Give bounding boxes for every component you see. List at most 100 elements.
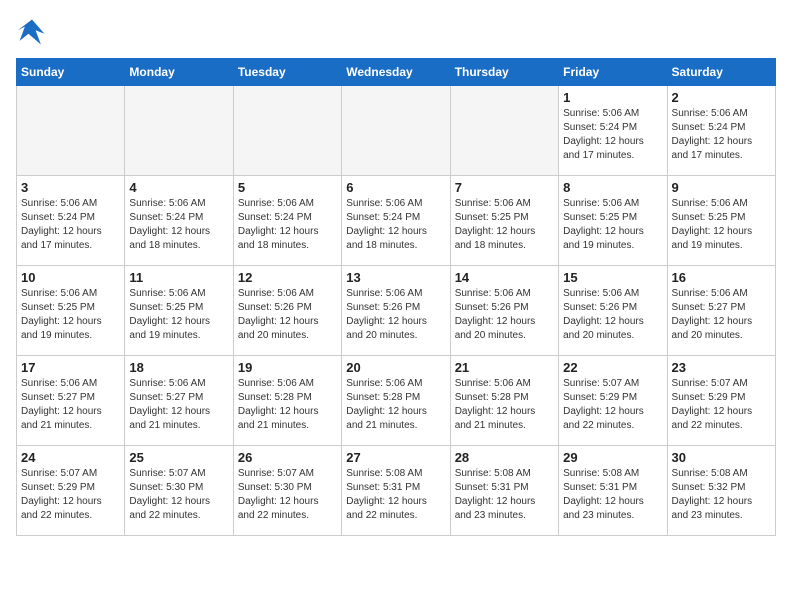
day-number: 28 xyxy=(455,450,554,465)
day-info: Sunrise: 5:06 AMSunset: 5:26 PMDaylight:… xyxy=(563,287,662,343)
calendar-day-cell: 16 Sunrise: 5:06 AMSunset: 5:27 PMDayligh… xyxy=(667,266,775,356)
day-info: Sunrise: 5:06 AMSunset: 5:27 PMDaylight:… xyxy=(672,287,771,343)
calendar-day-cell: 23 Sunrise: 5:07 AMSunset: 5:29 PMDayligh… xyxy=(667,356,775,446)
day-info: Sunrise: 5:06 AMSunset: 5:27 PMDaylight:… xyxy=(129,377,228,433)
day-number: 24 xyxy=(21,450,120,465)
day-number: 25 xyxy=(129,450,228,465)
day-number: 22 xyxy=(563,360,662,375)
calendar-day-cell: 7 Sunrise: 5:06 AMSunset: 5:25 PMDaylight… xyxy=(450,176,558,266)
day-number: 19 xyxy=(238,360,337,375)
day-number: 3 xyxy=(21,180,120,195)
calendar-day-cell: 2 Sunrise: 5:06 AMSunset: 5:24 PMDaylight… xyxy=(667,86,775,176)
calendar-day-cell xyxy=(342,86,450,176)
calendar-day-cell: 13 Sunrise: 5:06 AMSunset: 5:26 PMDayligh… xyxy=(342,266,450,356)
day-number: 6 xyxy=(346,180,445,195)
weekday-header-row: SundayMondayTuesdayWednesdayThursdayFrid… xyxy=(17,59,776,86)
day-number: 11 xyxy=(129,270,228,285)
day-info: Sunrise: 5:08 AMSunset: 5:31 PMDaylight:… xyxy=(563,467,662,523)
calendar-day-cell: 6 Sunrise: 5:06 AMSunset: 5:24 PMDaylight… xyxy=(342,176,450,266)
day-info: Sunrise: 5:08 AMSunset: 5:31 PMDaylight:… xyxy=(346,467,445,523)
day-info: Sunrise: 5:06 AMSunset: 5:24 PMDaylight:… xyxy=(346,197,445,253)
day-info: Sunrise: 5:06 AMSunset: 5:24 PMDaylight:… xyxy=(672,107,771,163)
day-info: Sunrise: 5:06 AMSunset: 5:28 PMDaylight:… xyxy=(346,377,445,433)
calendar-day-cell: 28 Sunrise: 5:08 AMSunset: 5:31 PMDayligh… xyxy=(450,446,558,536)
calendar-day-cell: 26 Sunrise: 5:07 AMSunset: 5:30 PMDayligh… xyxy=(233,446,341,536)
weekday-cell: Thursday xyxy=(450,59,558,86)
day-info: Sunrise: 5:06 AMSunset: 5:28 PMDaylight:… xyxy=(455,377,554,433)
day-info: Sunrise: 5:06 AMSunset: 5:28 PMDaylight:… xyxy=(238,377,337,433)
calendar-day-cell: 4 Sunrise: 5:06 AMSunset: 5:24 PMDaylight… xyxy=(125,176,233,266)
calendar-day-cell: 1Sunrise: 5:06 AMSunset: 5:24 PMDaylight… xyxy=(559,86,667,176)
day-number: 14 xyxy=(455,270,554,285)
calendar-day-cell: 11Sunrise: 5:06 AMSunset: 5:25 PMDayligh… xyxy=(125,266,233,356)
day-info: Sunrise: 5:06 AMSunset: 5:25 PMDaylight:… xyxy=(21,287,120,343)
day-number: 8 xyxy=(563,180,662,195)
day-info: Sunrise: 5:06 AMSunset: 5:25 PMDaylight:… xyxy=(672,197,771,253)
calendar-day-cell: 8 Sunrise: 5:06 AMSunset: 5:25 PMDaylight… xyxy=(559,176,667,266)
calendar-day-cell: 21 Sunrise: 5:06 AMSunset: 5:28 PMDayligh… xyxy=(450,356,558,446)
day-info: Sunrise: 5:06 AMSunset: 5:24 PMDaylight:… xyxy=(21,197,120,253)
day-info: Sunrise: 5:06 AMSunset: 5:26 PMDaylight:… xyxy=(238,287,337,343)
calendar-day-cell: 12 Sunrise: 5:06 AMSunset: 5:26 PMDayligh… xyxy=(233,266,341,356)
day-number: 21 xyxy=(455,360,554,375)
calendar-day-cell: 22 Sunrise: 5:07 AMSunset: 5:29 PMDayligh… xyxy=(559,356,667,446)
weekday-cell: Monday xyxy=(125,59,233,86)
day-number: 27 xyxy=(346,450,445,465)
calendar-day-cell xyxy=(450,86,558,176)
weekday-cell: Sunday xyxy=(17,59,125,86)
day-number: 16 xyxy=(672,270,771,285)
day-info: Sunrise: 5:06 AMSunset: 5:24 PMDaylight:… xyxy=(129,197,228,253)
day-number: 23 xyxy=(672,360,771,375)
day-info: Sunrise: 5:06 AMSunset: 5:26 PMDaylight:… xyxy=(455,287,554,343)
day-number: 10 xyxy=(21,270,120,285)
day-number: 18 xyxy=(129,360,228,375)
calendar-day-cell: 17Sunrise: 5:06 AMSunset: 5:27 PMDayligh… xyxy=(17,356,125,446)
calendar-day-cell xyxy=(17,86,125,176)
day-info: Sunrise: 5:06 AMSunset: 5:27 PMDaylight:… xyxy=(21,377,120,433)
calendar-day-cell: 5 Sunrise: 5:06 AMSunset: 5:24 PMDaylight… xyxy=(233,176,341,266)
day-number: 2 xyxy=(672,90,771,105)
day-number: 4 xyxy=(129,180,228,195)
calendar-day-cell: 27 Sunrise: 5:08 AMSunset: 5:31 PMDayligh… xyxy=(342,446,450,536)
day-number: 5 xyxy=(238,180,337,195)
day-number: 1 xyxy=(563,90,662,105)
day-number: 30 xyxy=(672,450,771,465)
calendar-week-row: 1 Sunrise: 5:06 AMSunset: 5:24 PMDaylight… xyxy=(17,86,776,176)
calendar-day-cell xyxy=(125,86,233,176)
day-info: Sunrise: 5:06 AMSunset: 5:26 PMDaylight:… xyxy=(346,287,445,343)
weekday-cell: Wednesday xyxy=(342,59,450,86)
logo xyxy=(16,16,52,48)
day-info: Sunrise: 5:06 AMSunset: 5:25 PMDaylight:… xyxy=(455,197,554,253)
day-info: Sunrise: 5:07 AMSunset: 5:30 PMDaylight:… xyxy=(129,467,228,523)
day-info: Sunrise: 5:07 AMSunset: 5:29 PMDaylight:… xyxy=(672,377,771,433)
day-number: 7 xyxy=(455,180,554,195)
day-info: Sunrise: 5:07 AMSunset: 5:29 PMDaylight:… xyxy=(21,467,120,523)
calendar-week-row: 17Sunrise: 5:06 AMSunset: 5:27 PMDayligh… xyxy=(17,356,776,446)
weekday-cell: Saturday xyxy=(667,59,775,86)
day-info: Sunrise: 5:07 AMSunset: 5:30 PMDaylight:… xyxy=(238,467,337,523)
calendar-day-cell: 18 Sunrise: 5:06 AMSunset: 5:27 PMDayligh… xyxy=(125,356,233,446)
calendar-day-cell: 14 Sunrise: 5:06 AMSunset: 5:26 PMDayligh… xyxy=(450,266,558,356)
day-number: 12 xyxy=(238,270,337,285)
calendar-day-cell: 24 Sunrise: 5:07 AMSunset: 5:29 PMDayligh… xyxy=(17,446,125,536)
calendar-week-row: 10 Sunrise: 5:06 AMSunset: 5:25 PMDayligh… xyxy=(17,266,776,356)
day-number: 13 xyxy=(346,270,445,285)
day-number: 26 xyxy=(238,450,337,465)
calendar-day-cell: 19 Sunrise: 5:06 AMSunset: 5:28 PMDayligh… xyxy=(233,356,341,446)
day-info: Sunrise: 5:06 AMSunset: 5:24 PMDaylight:… xyxy=(238,197,337,253)
calendar-week-row: 24 Sunrise: 5:07 AMSunset: 5:29 PMDayligh… xyxy=(17,446,776,536)
calendar-week-row: 3 Sunrise: 5:06 AMSunset: 5:24 PMDaylight… xyxy=(17,176,776,266)
page-header xyxy=(16,16,776,48)
calendar-day-cell xyxy=(233,86,341,176)
day-number: 29 xyxy=(563,450,662,465)
day-info: Sunrise: 5:06 AMSunset: 5:25 PMDaylight:… xyxy=(563,197,662,253)
calendar-day-cell: 20Sunrise: 5:06 AMSunset: 5:28 PMDayligh… xyxy=(342,356,450,446)
day-info: Sunrise: 5:08 AMSunset: 5:31 PMDaylight:… xyxy=(455,467,554,523)
weekday-cell: Tuesday xyxy=(233,59,341,86)
calendar-day-cell: 10 Sunrise: 5:06 AMSunset: 5:25 PMDayligh… xyxy=(17,266,125,356)
logo-icon xyxy=(16,16,48,48)
calendar-day-cell: 30Sunrise: 5:08 AMSunset: 5:32 PMDayligh… xyxy=(667,446,775,536)
day-info: Sunrise: 5:07 AMSunset: 5:29 PMDaylight:… xyxy=(563,377,662,433)
calendar-table: SundayMondayTuesdayWednesdayThursdayFrid… xyxy=(16,58,776,536)
calendar-day-cell: 9Sunrise: 5:06 AMSunset: 5:25 PMDaylight… xyxy=(667,176,775,266)
